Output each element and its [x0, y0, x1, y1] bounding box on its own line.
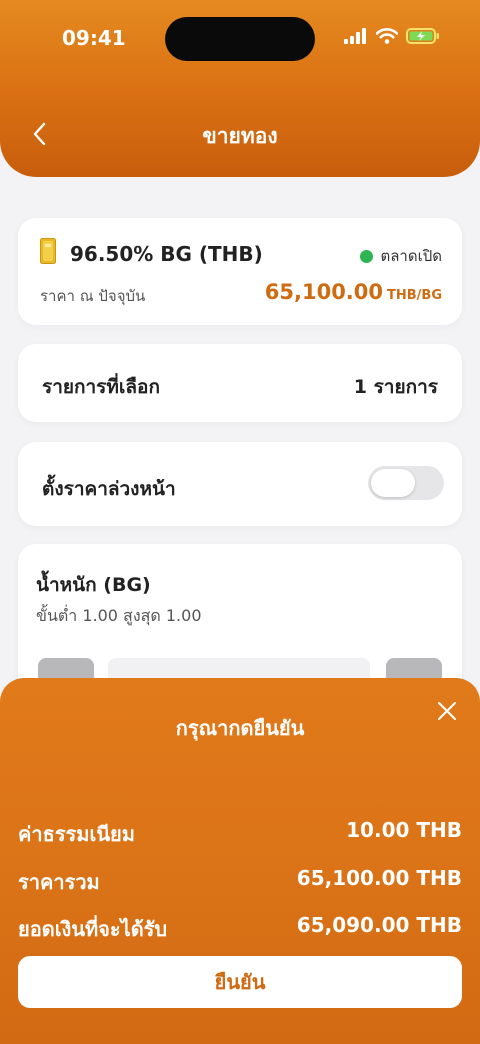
selected-items-count: 1 รายการ	[353, 376, 438, 398]
total-price-row: ราคารวม 65,100.00 THB	[18, 866, 462, 898]
gold-product-card: 96.50% BG (THB) ตลาดเปิด ราคา ณ ปัจจุบัน…	[18, 218, 462, 325]
confirm-bottom-sheet: กรุณากดยืนยัน ค่าธรรมเนียม 10.00 THB ราค…	[0, 678, 480, 1044]
weight-title: น้ำหนัก (BG)	[36, 574, 151, 596]
weight-range: ขั้นต่ำ 1.00 สูงสุด 1.00	[36, 606, 202, 625]
close-button[interactable]	[436, 700, 458, 722]
preset-price-label: ตั้งราคาล่วงหน้า	[42, 478, 176, 500]
toggle-knob	[371, 469, 415, 497]
market-open-dot-icon	[359, 249, 373, 263]
confirm-button[interactable]: ยืนยัน	[18, 956, 462, 1008]
selected-items-card[interactable]: รายการที่เลือก 1 รายการ	[18, 344, 462, 422]
net-amount-value: 65,090.00 THB	[296, 913, 462, 937]
total-price-value: 65,100.00 THB	[296, 866, 462, 890]
price-label: ราคา ณ ปัจจุบัน	[40, 287, 146, 305]
battery-charging-icon	[406, 28, 439, 44]
price-value: 65,100.00	[264, 280, 384, 304]
fee-row: ค่าธรรมเนียม 10.00 THB	[18, 818, 462, 850]
fee-value: 10.00 THB	[346, 818, 462, 842]
selected-items-label: รายการที่เลือก	[42, 376, 160, 398]
status-time: 09:41	[62, 26, 126, 50]
cellular-signal-icon	[344, 28, 366, 44]
close-icon	[438, 702, 456, 720]
wifi-icon	[376, 28, 398, 44]
total-price-label: ราคารวม	[18, 870, 100, 894]
status-icons	[344, 28, 440, 44]
price-unit: THB/BG	[387, 288, 442, 303]
net-amount-row: ยอดเงินที่จะได้รับ 65,090.00 THB	[18, 913, 462, 945]
dynamic-island	[165, 17, 315, 61]
gold-bar-icon	[40, 238, 56, 264]
market-status-label: ตลาดเปิด	[380, 247, 443, 265]
product-name: 96.50% BG (THB)	[70, 242, 263, 266]
app-header: 09:41 ขายทอง	[0, 0, 480, 177]
preset-price-toggle[interactable]	[368, 466, 444, 500]
current-price: 65,100.00 THB/BG	[265, 280, 442, 304]
sheet-title: กรุณากดยืนยัน	[175, 716, 305, 740]
page-title: ขายทอง	[202, 124, 278, 148]
net-amount-label: ยอดเงินที่จะได้รับ	[18, 917, 168, 941]
fee-label: ค่าธรรมเนียม	[18, 822, 135, 846]
preset-price-card: ตั้งราคาล่วงหน้า	[18, 442, 462, 526]
market-status: ตลาดเปิด	[359, 244, 443, 268]
